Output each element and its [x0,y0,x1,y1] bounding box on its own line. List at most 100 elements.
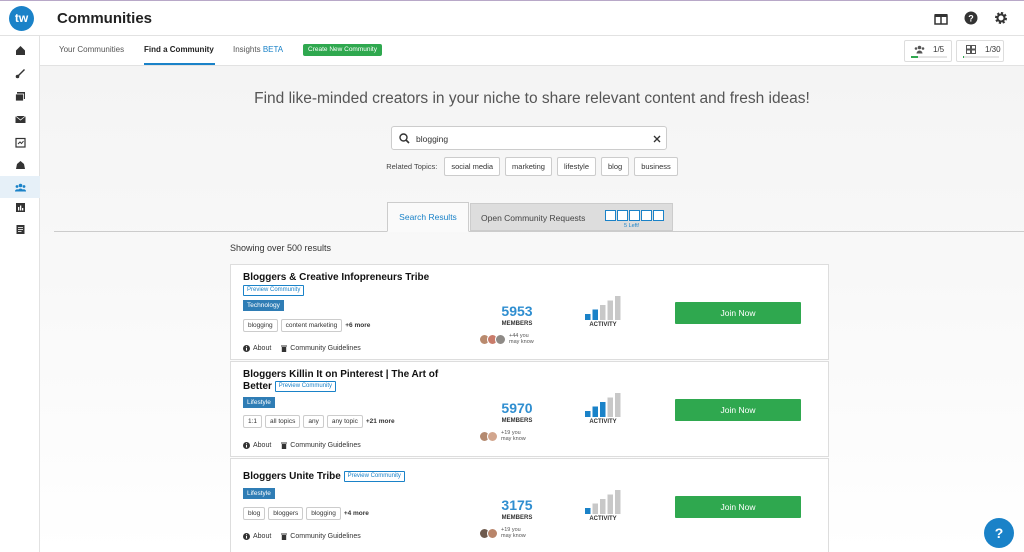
posts-counter: 1/30 [956,40,1004,62]
members-progress-fill [911,56,919,58]
create-community-button[interactable]: Create New Community [303,44,382,56]
tab-requests-label: Open Community Requests [481,213,586,223]
info-icon [243,533,250,540]
community-title-text: Bloggers Killin It on Pinterest | The Ar… [243,369,439,392]
home-icon [15,45,25,55]
help-chat-button[interactable]: ? [984,518,1014,548]
activity-bars-icon [585,296,621,320]
related-topics: Related Topics: social media marketing l… [40,157,1024,176]
members-progress [911,56,947,58]
category-badge: Lifestyle [243,397,275,408]
sidebar [0,36,40,552]
members-counter: 1/5 [904,40,952,62]
activity-bar [615,490,621,514]
preview-community-button[interactable]: Preview Community [343,471,405,482]
card-links: About Community Guidelines [243,533,361,540]
search-input[interactable]: blogging [391,126,667,150]
about-link[interactable]: About [243,533,271,540]
mutual-members[interactable]: +44 you may know [479,333,534,345]
about-link[interactable]: About [243,345,271,352]
related-topic-chip[interactable]: marketing [505,157,552,176]
svg-text:?: ? [968,14,974,24]
sidebar-item-create[interactable] [0,62,40,84]
sidebar-item-analytics[interactable] [0,196,40,218]
activity-bar [585,314,591,320]
join-now-button[interactable]: Join Now [675,399,801,421]
activity-bar [600,499,606,514]
more-topics-link[interactable]: +21 more [366,418,395,425]
activity-bar [600,402,606,417]
tab-insights[interactable]: Insights BETA [233,45,283,54]
activity-bar [592,309,598,320]
gift-icon[interactable] [934,11,948,25]
activity-bar [600,305,606,320]
request-slot [605,210,616,221]
main-content: Find like-minded creators in your niche … [40,66,1024,552]
sidebar-item-email[interactable] [0,108,40,130]
sidebar-item-drafts[interactable] [0,218,40,240]
more-topics-link[interactable]: +6 more [345,322,370,329]
join-now-button[interactable]: Join Now [675,302,801,324]
tab-divider [54,231,1024,232]
members-label: MEMBERS [501,515,533,521]
about-label: About [253,345,272,352]
related-topic-chip[interactable]: blog [601,157,630,176]
sidebar-item-communities[interactable] [0,176,40,198]
tab-your-communities[interactable]: Your Communities [59,45,124,54]
activity-label: ACTIVITY [589,322,617,328]
related-topic-chip[interactable]: business [634,157,678,176]
guidelines-link[interactable]: Community Guidelines [281,442,361,449]
guidelines-link[interactable]: Community Guidelines [281,533,361,540]
mutual-members[interactable]: +19 you may know [479,527,526,539]
community-title[interactable]: Bloggers Unite Tribe Preview Community [243,471,543,483]
tab-open-community-requests[interactable]: Open Community Requests 5 Left! [470,203,673,231]
may-know-text: +19 you may know [501,430,526,442]
community-icon [14,183,26,191]
mutual-members[interactable]: +19 you may know [479,430,526,442]
requests-left: 5 Left! [624,223,640,229]
members-count: 5953 [501,303,533,319]
related-topic-chip[interactable]: social media [444,157,501,176]
category-badge: Lifestyle [243,488,275,499]
more-topics-link[interactable]: +4 more [344,510,369,517]
active-tab-underline [144,63,215,65]
sidebar-item-calendar[interactable] [0,131,40,153]
related-topic-chip[interactable]: lifestyle [556,157,596,176]
guidelines-link[interactable]: Community Guidelines [281,345,361,352]
loop-icon [15,160,25,169]
guidelines-label: Community Guidelines [290,345,361,352]
community-title-text: Bloggers Unite Tribe [243,471,341,483]
members-count: 5970 [501,400,533,416]
trash-icon [281,442,288,449]
clear-search-icon[interactable] [653,135,661,143]
search-icon [399,133,410,144]
may-know-text: +19 you may know [501,527,526,539]
activity-bars-icon [585,490,621,514]
search-value: blogging [416,134,449,144]
gear-icon[interactable] [994,11,1008,25]
app-logo[interactable]: tw [9,6,34,31]
topic-chip: content marketing [280,319,343,332]
sidebar-item-smartloop[interactable] [0,154,40,176]
activity-label: ACTIVITY [589,419,617,425]
about-link[interactable]: About [243,442,271,449]
info-icon [243,442,250,449]
topic-chip: blog [243,507,266,520]
preview-community-button[interactable]: Preview Community [274,380,337,392]
activity-bar [585,411,591,417]
sidebar-item-home[interactable] [0,39,40,61]
community-title[interactable]: Bloggers Killin It on Pinterest | The Ar… [243,369,463,392]
activity-bar [585,508,591,514]
join-now-button[interactable]: Join Now [675,496,801,518]
tab-search-results[interactable]: Search Results [387,202,469,232]
topic-chip: bloggers [268,507,304,520]
trash-icon [281,345,288,352]
analytics-icon [15,202,25,212]
help-icon[interactable]: ? [964,11,978,25]
community-title[interactable]: Bloggers & Creative Infopreneurs Tribe [243,272,453,284]
preview-community-button[interactable]: Preview Community [243,285,305,296]
sidebar-item-library[interactable] [0,85,40,107]
tab-find-a-community[interactable]: Find a Community [144,45,214,54]
topic-chip: any topic [326,415,363,428]
community-card: Bloggers Unite Tribe Preview Community L… [230,458,829,552]
